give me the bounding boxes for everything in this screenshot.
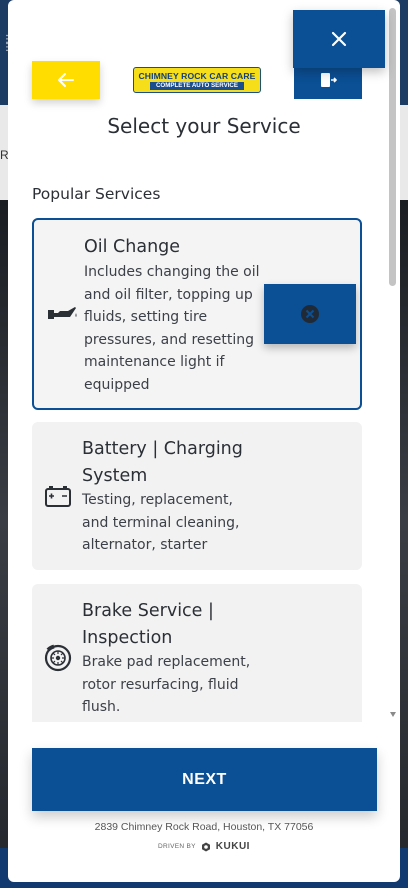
driven-by-label: DRIVEN BY	[158, 843, 196, 850]
back-button[interactable]	[32, 61, 100, 99]
battery-icon	[44, 484, 72, 512]
section-title: Popular Services	[32, 185, 161, 203]
background-text-fragment: R	[0, 148, 9, 162]
driven-by-footer: DRIVEN BY KUKUI	[8, 841, 400, 852]
service-name: Oil Change	[84, 237, 181, 257]
service-description: Brake pad replacement, rotor resurfacing…	[82, 654, 251, 715]
logo-line-1: CHIMNEY ROCK CAR CARE	[138, 70, 256, 81]
remove-service-button[interactable]	[264, 284, 356, 344]
logo-line-2: COMPLETE AUTO SERVICE	[149, 81, 245, 90]
service-name: Battery | Charging System	[82, 439, 243, 486]
kukui-logo-icon	[201, 842, 210, 851]
service-card-battery[interactable]: Battery | Charging System Testing, repla…	[32, 422, 362, 570]
next-button[interactable]: NEXT	[32, 748, 377, 811]
shop-address: 2839 Chimney Rock Road, Houston, TX 7705…	[94, 821, 314, 833]
exit-door-icon	[321, 73, 337, 87]
brake-disc-icon	[44, 644, 72, 676]
arrow-left-icon	[58, 73, 74, 87]
service-card-brake[interactable]: Brake Service | Inspection Brake pad rep…	[32, 584, 362, 722]
service-selection-modal: CHIMNEY ROCK CAR CARE COMPLETE AUTO SERV…	[8, 0, 400, 882]
service-name: Brake Service | Inspection	[82, 601, 214, 648]
driven-by-brand: KUKUI	[215, 841, 250, 852]
scroll-down-arrow-icon[interactable]	[390, 712, 396, 717]
close-button[interactable]	[293, 10, 385, 68]
remove-circle-icon	[301, 305, 319, 323]
service-description: Includes changing the oil and oil filter…	[84, 264, 260, 393]
close-icon	[331, 31, 347, 47]
scrollbar-thumb[interactable]	[389, 8, 396, 286]
oil-can-icon	[46, 305, 78, 327]
page-title: Select your Service	[107, 114, 301, 138]
service-description: Testing, replacement, and terminal clean…	[82, 492, 240, 553]
shop-logo: CHIMNEY ROCK CAR CARE COMPLETE AUTO SERV…	[133, 67, 261, 93]
